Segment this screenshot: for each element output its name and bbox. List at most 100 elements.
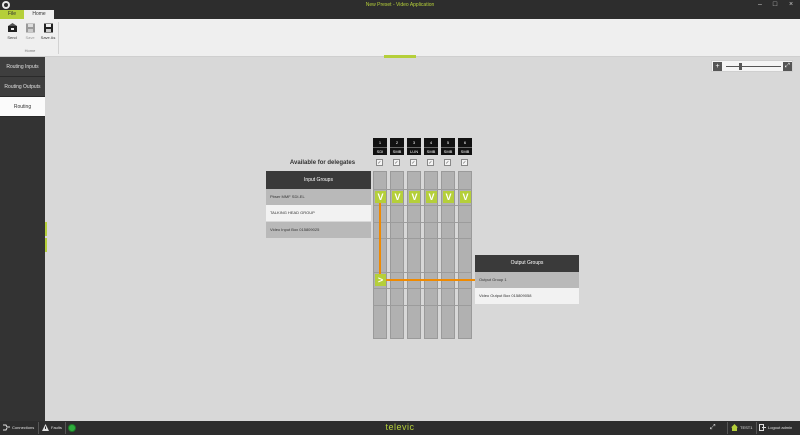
column-number: 3 bbox=[412, 140, 416, 145]
save-button[interactable]: Save bbox=[22, 23, 38, 40]
logout-icon bbox=[759, 424, 766, 432]
delegate-checkbox[interactable]: ✓ bbox=[376, 159, 383, 166]
warning-icon bbox=[42, 424, 49, 432]
output-group-row[interactable]: Output Group 1 bbox=[475, 272, 579, 288]
input-group-row[interactable]: TALKING HEAD GROUP bbox=[266, 205, 371, 221]
zoom-in-icon[interactable]: + bbox=[713, 62, 722, 71]
column-type: SMB bbox=[441, 147, 455, 154]
input-group-row[interactable]: Video Input Box 015809025 bbox=[266, 222, 371, 238]
test-button[interactable]: TEST1 bbox=[731, 423, 752, 433]
column-number: 4 bbox=[429, 140, 433, 145]
connections-label: Connections bbox=[12, 425, 35, 430]
status-separator bbox=[727, 422, 728, 434]
status-separator bbox=[38, 422, 39, 434]
application-window: New Preset - Video Application – □ × Fil… bbox=[0, 0, 800, 435]
ribbon-collapse-handle[interactable] bbox=[384, 55, 416, 58]
delegate-checkbox[interactable]: ✓ bbox=[444, 159, 451, 166]
save-label: Save bbox=[25, 35, 35, 40]
save-as-button[interactable]: Save As bbox=[40, 23, 56, 40]
faults-button[interactable]: Faults bbox=[42, 423, 62, 433]
column-number: 5 bbox=[446, 140, 450, 145]
grid-divider bbox=[373, 238, 472, 239]
grid-divider bbox=[373, 305, 472, 306]
sidebar-item-routing[interactable]: Routing bbox=[0, 97, 45, 117]
fullscreen-icon[interactable]: ⤢ bbox=[710, 423, 716, 433]
grid-divider bbox=[373, 288, 472, 289]
faults-label: Faults bbox=[51, 425, 62, 430]
output-route-marker[interactable]: > bbox=[375, 274, 386, 286]
sidebar: Routing Inputs Routing Outputs Routing bbox=[0, 57, 45, 421]
ribbon-separator bbox=[58, 22, 59, 54]
zoom-slider-track[interactable] bbox=[726, 66, 781, 67]
route-marker[interactable]: V bbox=[392, 191, 403, 203]
grid-divider bbox=[373, 222, 472, 223]
ribbon-group-label: Home bbox=[24, 48, 36, 53]
route-marker[interactable]: V bbox=[426, 191, 437, 203]
route-line-vertical bbox=[379, 203, 381, 276]
zoom-control: + ⤢ bbox=[711, 60, 793, 72]
title-bar: New Preset - Video Application – □ × bbox=[0, 0, 800, 10]
test-label: TEST1 bbox=[740, 425, 753, 430]
route-marker[interactable]: V bbox=[460, 191, 471, 203]
column-header-5: 5 SMB bbox=[441, 138, 455, 155]
column-header-1: 1 SDI bbox=[373, 138, 387, 155]
sidebar-item-routing-outputs[interactable]: Routing Outputs bbox=[0, 77, 45, 97]
grid-divider bbox=[373, 272, 472, 273]
send-label: Send bbox=[7, 35, 17, 40]
column-number: 1 bbox=[378, 140, 382, 145]
tab-file[interactable]: File bbox=[0, 10, 24, 19]
column-header-4: 4 SMB bbox=[424, 138, 438, 155]
save-icon bbox=[25, 23, 35, 33]
connections-button[interactable]: Connections bbox=[3, 423, 34, 433]
ribbon-toolbar: Send Save Save As Home bbox=[0, 19, 800, 57]
column-header-6: 6 SMB bbox=[458, 138, 472, 155]
fit-to-screen-icon[interactable]: ⤢ bbox=[783, 62, 792, 71]
available-for-delegates-heading: Available for delegates bbox=[289, 160, 356, 166]
window-title: New Preset - Video Application bbox=[365, 2, 435, 8]
save-as-icon bbox=[43, 23, 53, 33]
column-type: SDI bbox=[373, 147, 387, 154]
sidebar-resize-handle-lower[interactable] bbox=[45, 238, 47, 252]
input-groups-header: Input Groups bbox=[266, 171, 371, 189]
status-separator bbox=[756, 422, 757, 434]
output-group-row[interactable]: Video Output Box 015809058 bbox=[475, 288, 579, 304]
input-group-row[interactable]: Pbser MMF SDI-EL bbox=[266, 189, 371, 205]
sidebar-resize-handle[interactable] bbox=[45, 222, 47, 236]
column-header-2: 2 SMB bbox=[390, 138, 404, 155]
home-icon bbox=[731, 424, 738, 432]
column-number: 6 bbox=[463, 140, 467, 145]
tab-home[interactable]: Home bbox=[24, 10, 54, 19]
route-marker[interactable]: V bbox=[409, 191, 420, 203]
column-header-3: 3 U-IN bbox=[407, 138, 421, 155]
column-type: SMB bbox=[458, 147, 472, 154]
grid-divider bbox=[373, 189, 472, 190]
output-groups-header: Output Groups bbox=[475, 255, 579, 272]
connections-icon bbox=[3, 424, 10, 431]
delegate-checkbox[interactable]: ✓ bbox=[410, 159, 417, 166]
route-line-horizontal bbox=[386, 279, 475, 281]
minimize-icon[interactable]: – bbox=[755, 1, 765, 9]
connection-status-icon bbox=[68, 424, 76, 432]
status-separator bbox=[65, 422, 66, 434]
zoom-slider-thumb[interactable] bbox=[739, 63, 742, 70]
televic-logo: televic bbox=[385, 422, 415, 432]
column-type: SMB bbox=[424, 147, 438, 154]
delegate-checkbox[interactable]: ✓ bbox=[427, 159, 434, 166]
save-as-label: Save As bbox=[40, 35, 56, 40]
route-marker[interactable]: V bbox=[375, 191, 386, 203]
route-marker[interactable]: V bbox=[443, 191, 454, 203]
column-type: SMB bbox=[390, 147, 404, 154]
send-icon bbox=[7, 23, 17, 32]
grid-divider bbox=[373, 205, 472, 206]
maximize-icon[interactable]: □ bbox=[770, 1, 780, 9]
send-button[interactable]: Send bbox=[4, 23, 20, 40]
sidebar-item-routing-inputs[interactable]: Routing Inputs bbox=[0, 57, 45, 77]
column-type: U-IN bbox=[407, 147, 421, 154]
delegate-checkbox[interactable]: ✓ bbox=[461, 159, 468, 166]
status-bar: Connections Faults televic ⤢ TEST1 Logou… bbox=[0, 421, 800, 435]
delegate-checkbox[interactable]: ✓ bbox=[393, 159, 400, 166]
column-number: 2 bbox=[395, 140, 399, 145]
logout-label: Logout admin bbox=[768, 425, 793, 430]
close-icon[interactable]: × bbox=[786, 1, 796, 9]
logout-button[interactable]: Logout admin bbox=[759, 423, 792, 433]
